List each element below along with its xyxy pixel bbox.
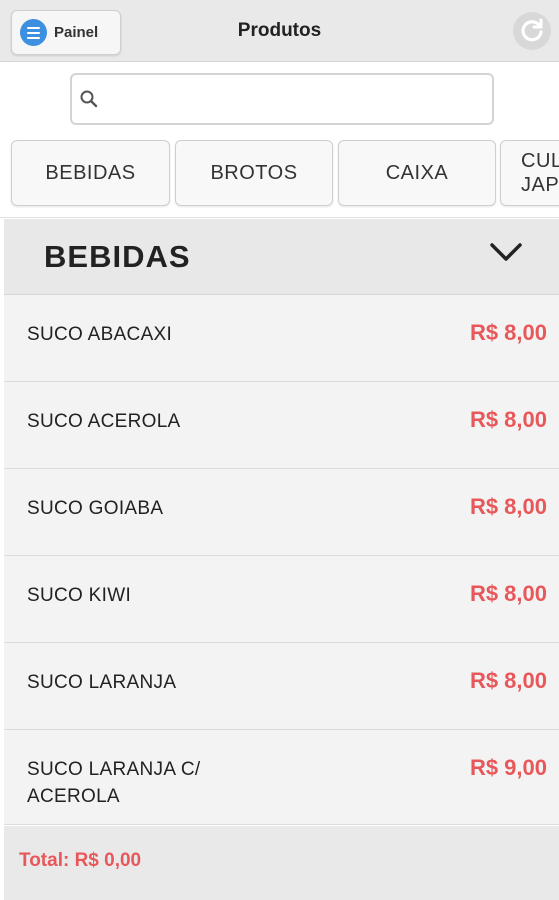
app-header: Painel Produtos	[0, 0, 559, 62]
tab-caixa[interactable]: CAIXA	[338, 140, 496, 206]
product-name: SUCO LARANJA	[27, 672, 177, 693]
order-total: Total: R$ 0,00	[19, 850, 142, 871]
product-list: SUCO ABACAXI R$ 8,00 SUCO ACEROLA R$ 8,0…	[4, 295, 559, 825]
product-name: SUCO LARANJA C/ ACEROLA	[27, 759, 201, 807]
product-name: SUCO KIWI	[27, 585, 132, 606]
chevron-down-icon[interactable]	[486, 239, 526, 265]
refresh-button[interactable]	[513, 12, 551, 50]
search-input[interactable]	[105, 89, 485, 109]
product-row[interactable]: SUCO GOIABA R$ 8,00	[4, 469, 559, 556]
product-name: SUCO ACEROLA	[27, 411, 181, 432]
tab-bebidas[interactable]: BEBIDAS	[11, 140, 170, 206]
product-price: R$ 9,00	[469, 755, 547, 780]
product-row[interactable]: SUCO KIWI R$ 8,00	[4, 556, 559, 643]
footer-bar: Total: R$ 0,00	[4, 826, 559, 900]
product-row[interactable]: SUCO ACEROLA R$ 8,00	[4, 382, 559, 469]
search-box[interactable]	[70, 73, 494, 125]
product-row[interactable]: SUCO ABACAXI R$ 8,00	[4, 295, 559, 382]
product-price: R$ 8,00	[469, 320, 547, 345]
tab-culinaria-japonesa[interactable]: CUL JAP	[500, 140, 559, 206]
product-price: R$ 8,00	[469, 581, 547, 606]
tab-brotos[interactable]: BROTOS	[175, 140, 333, 206]
product-price: R$ 8,00	[469, 407, 547, 432]
search-icon	[80, 90, 98, 108]
search-area	[0, 62, 559, 140]
refresh-icon	[521, 18, 543, 42]
section-title: BEBIDAS	[44, 239, 191, 274]
category-tabs: BEBIDAS BROTOS CAIXA CUL JAP	[0, 140, 559, 218]
product-name: SUCO ABACAXI	[27, 324, 173, 345]
product-price: R$ 8,00	[469, 668, 547, 693]
product-price: R$ 8,00	[469, 494, 547, 519]
page-title: Produtos	[237, 20, 322, 41]
section-header-bebidas[interactable]: BEBIDAS	[4, 219, 559, 295]
product-row[interactable]: SUCO LARANJA R$ 8,00	[4, 643, 559, 730]
product-row[interactable]: SUCO LARANJA C/ ACEROLA R$ 9,00	[4, 730, 559, 825]
product-name: SUCO GOIABA	[27, 498, 164, 519]
